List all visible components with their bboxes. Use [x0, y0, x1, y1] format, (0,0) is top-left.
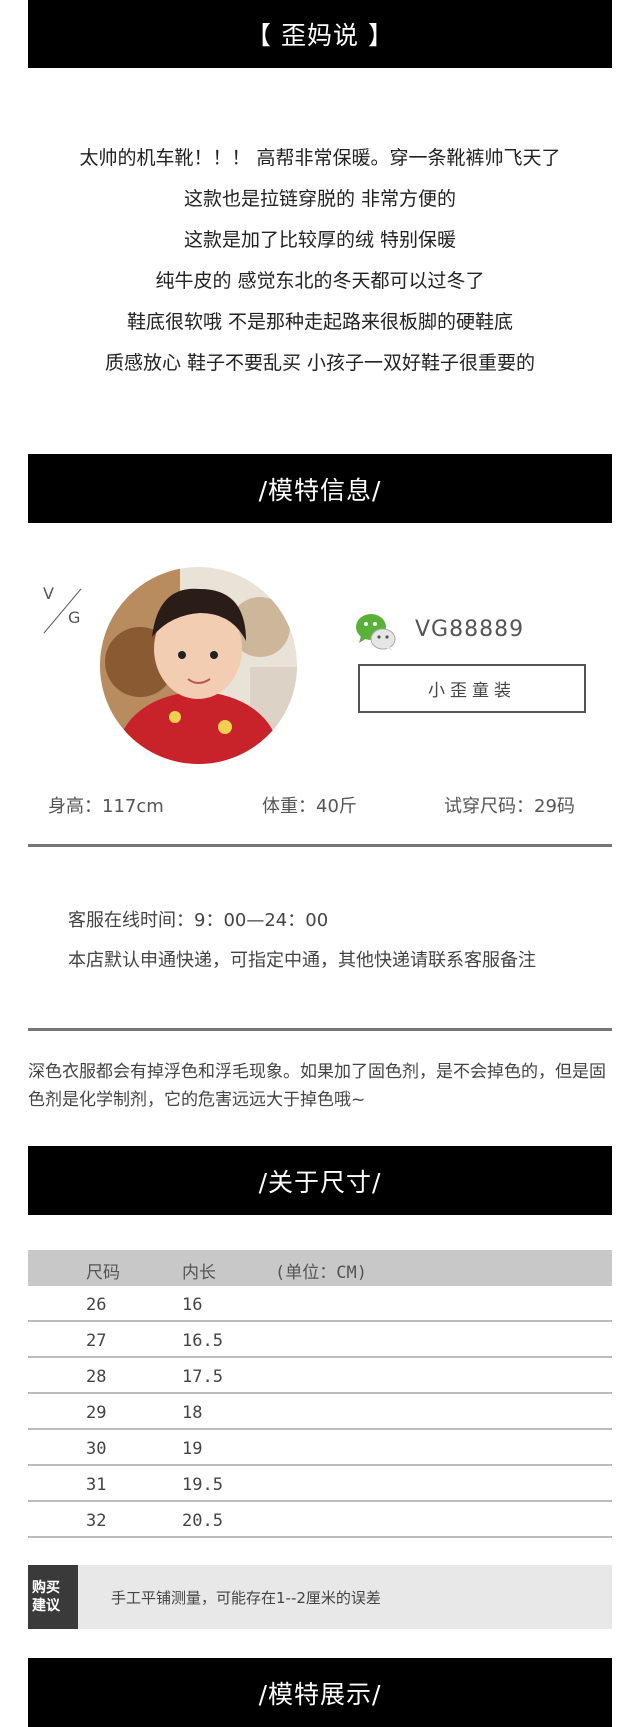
model-height: 身高：117cm [48, 796, 164, 817]
banner-title: 【 歪妈说 】 [246, 21, 394, 50]
banner-title: /关于尺寸/ [258, 1167, 382, 1197]
banner-model-show: /模特展示/ [28, 1658, 612, 1727]
size-cell: 29 [86, 1403, 107, 1423]
divider [28, 844, 612, 847]
model-photo-icon [100, 567, 297, 764]
table-row: 29 18 [28, 1394, 612, 1430]
length-cell: 20.5 [182, 1511, 223, 1531]
intro-line: 这款是加了比较厚的绒 特别保暖 [183, 229, 457, 251]
shop-button[interactable]: 小歪童装 [358, 664, 586, 713]
size-cell: 32 [86, 1511, 107, 1531]
wechat-icon [355, 612, 397, 652]
header-size: 尺码 [86, 1263, 120, 1283]
intro-line: 纯牛皮的 感觉东北的冬天都可以过冬了 [155, 270, 485, 292]
size-cell: 26 [86, 1295, 107, 1315]
intro-line: 这款也是拉链穿脱的 非常方便的 [183, 188, 457, 210]
intro-text: 太帅的机车靴！！！ 高帮非常保暖。穿一条靴裤帅飞天了 这款也是拉链穿脱的 非常方… [28, 138, 612, 384]
color-notice: 深色衣服都会有掉浮色和浮毛现象。如果加了固色剂，是不会掉色的，但是固色剂是化学制… [28, 1062, 606, 1110]
intro-line: 太帅的机车靴！！！ 高帮非常保暖。穿一条靴裤帅飞天了 [79, 147, 561, 169]
size-cell: 27 [86, 1331, 107, 1351]
size-cell: 30 [86, 1439, 107, 1459]
banner-title: /模特信息/ [258, 475, 382, 505]
header-unit: (单位：CM) [275, 1263, 367, 1283]
vg-logo: V G [38, 584, 88, 638]
wechat-id: VG88889 [415, 617, 525, 642]
logo-letter-g: G [68, 608, 81, 627]
size-table: 尺码 内长 (单位：CM) 26 16 27 16.5 28 17.5 29 1… [28, 1250, 612, 1538]
table-row: 31 19.5 [28, 1466, 612, 1502]
banner-model-info: /模特信息/ [28, 454, 612, 523]
banner-wai-ma-shuo: 【 歪妈说 】 [28, 0, 612, 68]
table-header: 尺码 内长 (单位：CM) [28, 1250, 612, 1286]
model-avatar [100, 567, 297, 764]
length-cell: 18 [182, 1403, 203, 1423]
table-row: 28 17.5 [28, 1358, 612, 1394]
banner-title: /模特展示/ [258, 1679, 382, 1709]
shipping-note: 本店默认申通快递，可指定中通，其他快递请联系客服备注 [68, 950, 536, 971]
intro-line: 质感放心 鞋子不要乱买 小孩子一双好鞋子很重要的 [104, 352, 536, 374]
table-row: 30 19 [28, 1430, 612, 1466]
model-size: 试穿尺码：29码 [444, 796, 575, 817]
header-inner-length: 内长 [182, 1263, 216, 1283]
length-cell: 16.5 [182, 1331, 223, 1351]
advice-text: 手工平铺测量，可能存在1--2厘米的误差 [111, 1589, 381, 1607]
service-hours: 客服在线时间：9：00—24：00 [68, 910, 329, 931]
length-cell: 17.5 [182, 1367, 223, 1387]
logo-letter-v: V [43, 584, 54, 603]
length-cell: 19.5 [182, 1475, 223, 1495]
size-cell: 31 [86, 1475, 107, 1495]
divider [28, 1028, 612, 1031]
table-row: 27 16.5 [28, 1322, 612, 1358]
advice-label: 购买 建议 [28, 1565, 78, 1629]
length-cell: 19 [182, 1439, 203, 1459]
length-cell: 16 [182, 1295, 203, 1315]
table-row: 32 20.5 [28, 1502, 612, 1538]
banner-about-size: /关于尺寸/ [28, 1146, 612, 1215]
advice-label-line: 建议 [32, 1598, 60, 1614]
table-row: 26 16 [28, 1286, 612, 1322]
model-weight: 体重：40斤 [262, 796, 357, 817]
purchase-advice: 购买 建议 手工平铺测量，可能存在1--2厘米的误差 [28, 1565, 612, 1629]
size-cell: 28 [86, 1367, 107, 1387]
intro-line: 鞋底很软哦 不是那种走起路来很板脚的硬鞋底 [126, 311, 514, 333]
advice-label-line: 购买 [32, 1580, 60, 1596]
